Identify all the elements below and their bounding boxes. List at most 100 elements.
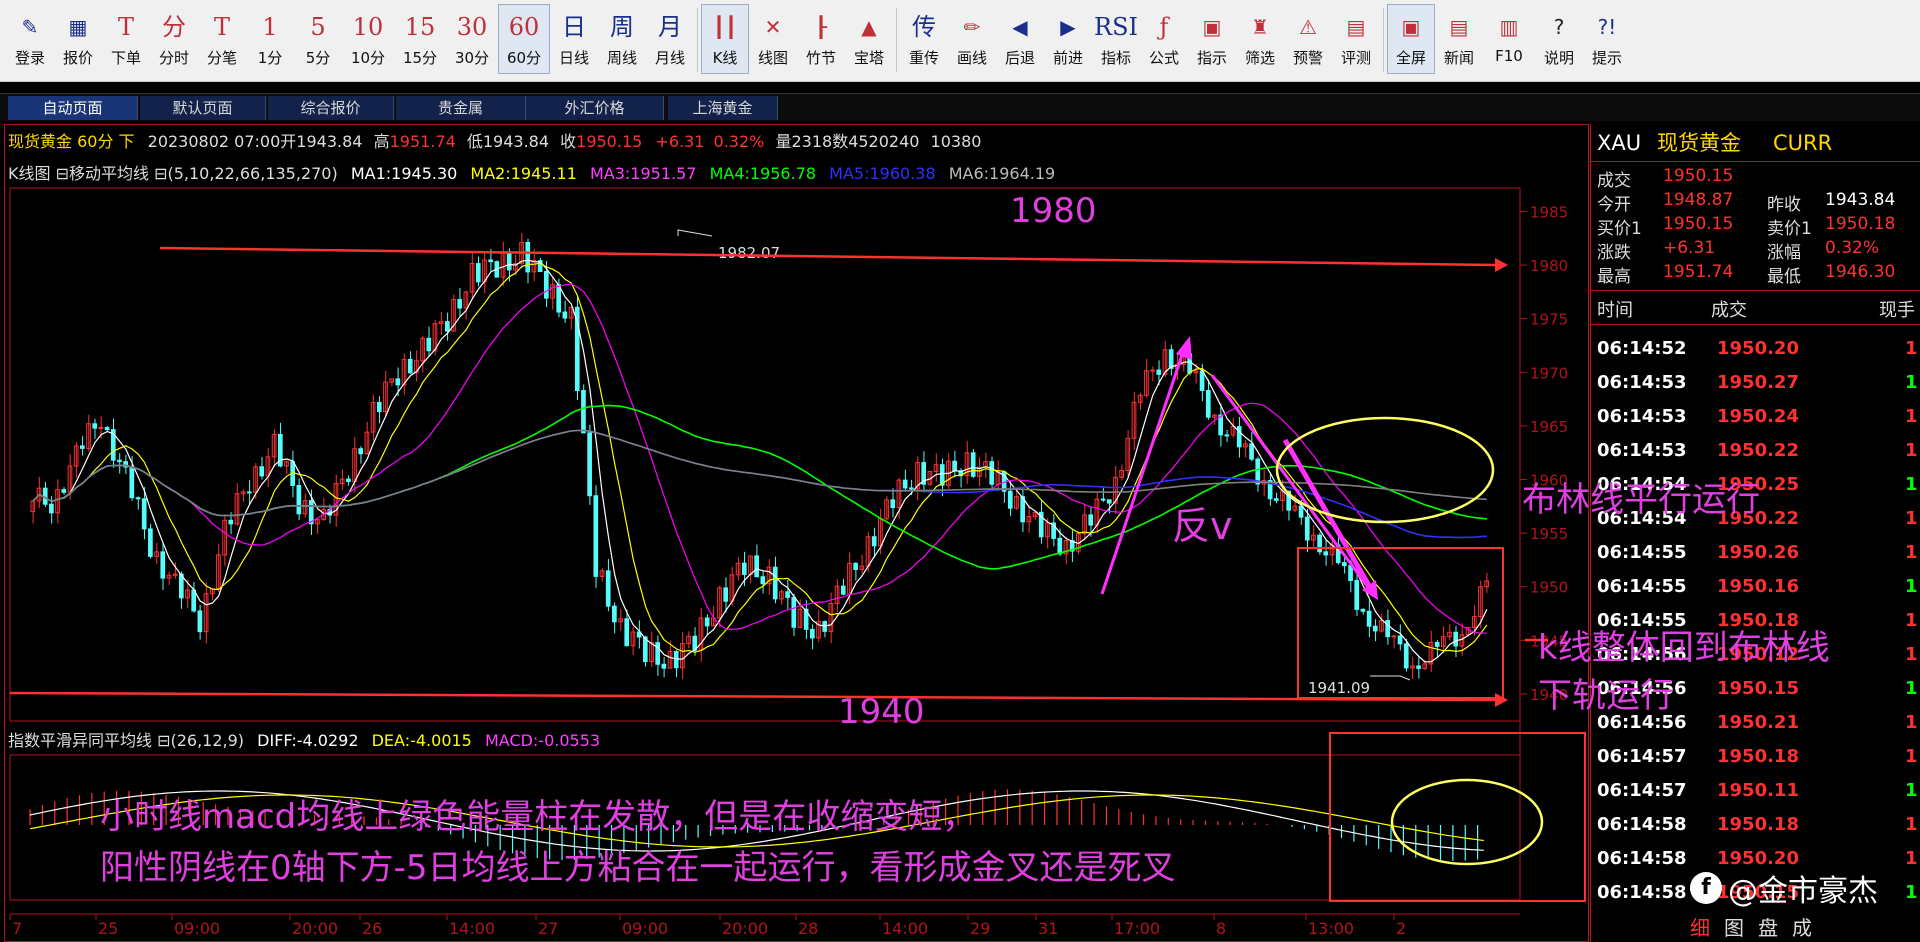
ma2-line (32, 262, 1488, 653)
candle-body (296, 485, 302, 515)
candle-body (1205, 389, 1211, 418)
candle-body (822, 621, 828, 632)
amplitude-value: 0.32% (1825, 238, 1880, 258)
ma-indicator-bar[interactable]: K线图 ⊟移动平均线 ⊟(5,10,22,66,135,270) MA1:194… (8, 162, 1063, 186)
candle-body (562, 311, 568, 319)
panel-bottom-tab[interactable]: 成 (1792, 916, 1812, 940)
tick-volume: 1 (1905, 848, 1918, 869)
annotation-1940: 1940 (838, 692, 925, 732)
tick-row: 06:14:53 1950.22 1 (1597, 434, 1918, 468)
tick-price: 1950.22 (1717, 440, 1799, 461)
candle-body (506, 252, 512, 271)
candle-body (1434, 641, 1440, 647)
panel-divider (1591, 324, 1920, 325)
candle-body (673, 651, 679, 669)
candle-body (760, 576, 766, 585)
tick-price: 1950.26 (1717, 542, 1799, 563)
candle-body (593, 495, 599, 577)
candle-body (197, 610, 203, 633)
symbol-code: XAU (1597, 131, 1642, 155)
tick-time: 06:14:53 (1597, 372, 1687, 393)
candle-body (1317, 534, 1322, 553)
candle-body (1088, 514, 1094, 526)
amplitude-label: 涨幅 (1767, 243, 1801, 263)
ma3-value: MA3:1951.57 (589, 164, 697, 183)
x-axis-label: 27 (538, 919, 558, 938)
reverse-v-up-line (1100, 351, 1185, 595)
panel-bottom-tab[interactable]: 盘 (1758, 916, 1778, 940)
candle-body (395, 378, 401, 386)
tick-volume: 1 (1905, 610, 1918, 631)
pct-value: 0.32% (713, 132, 765, 151)
tick-volume: 1 (1905, 678, 1918, 699)
x-axis-label: 14:00 (882, 919, 928, 938)
tick-price: 1950.20 (1717, 338, 1799, 359)
quote-side-panel: XAU 现货黄金 CURR 成交 1950.15 今开 1948.87 昨收 1… (1590, 124, 1920, 942)
candle-body (1007, 490, 1013, 509)
x-axis-label: 7 (12, 919, 22, 938)
bollinger-highlight-ellipse (1275, 416, 1495, 524)
x-axis-label: 13:00 (1308, 919, 1354, 938)
candle-body (543, 270, 549, 299)
candle-body (525, 241, 531, 273)
prev-close-value: 1943.84 (1825, 190, 1896, 210)
candle-body (605, 570, 611, 607)
tick-col-price: 成交 (1711, 300, 1747, 321)
candle-body (92, 423, 98, 429)
tick-col-vol: 现手 (1879, 300, 1915, 321)
macd-indicator-bar[interactable]: 指数平滑异同平均线 ⊟(26,12,9) DIFF:-4.0292 DEA:-4… (8, 729, 608, 753)
y-tick-label: 1980 (1530, 257, 1568, 275)
candle-body (952, 460, 957, 472)
panel-bottom-tab[interactable]: 细 (1690, 916, 1710, 940)
tick-volume: 1 (1905, 780, 1918, 801)
candle-body (970, 452, 976, 477)
candle-body (624, 618, 630, 647)
tick-row: 06:14:52 1950.20 1 (1597, 332, 1918, 366)
tick-volume: 1 (1905, 338, 1918, 359)
tick-volume: 1 (1905, 542, 1918, 563)
open-label: 开 (280, 132, 297, 151)
panel-bottom-tabs: 细图盘成 (1690, 912, 1826, 941)
low-panel-value: 1946.30 (1825, 262, 1896, 282)
change-panel-value: +6.31 (1663, 238, 1716, 258)
candle-body (1168, 349, 1174, 369)
amount-value: 数4520240 (832, 132, 920, 151)
annotation-macd-note-1: 小时线macd均线上绿色能量柱在发散，但是在收缩变短， (100, 797, 977, 837)
candle-body (655, 642, 661, 665)
candle-body (1199, 370, 1205, 391)
x-axis-label: 29 (970, 919, 990, 938)
annotation-1980: 1980 (1010, 191, 1097, 231)
candle-body (1249, 443, 1254, 460)
last-value: 1950.15 (1663, 166, 1734, 186)
tick-price: 1950.18 (1717, 814, 1799, 835)
tick-price: 1950.18 (1717, 746, 1799, 767)
candle-body (191, 589, 197, 612)
macd-highlight-box (1329, 732, 1586, 902)
ma4-value: MA4:1956.78 (709, 164, 817, 183)
tick-price: 1950.15 (1717, 678, 1799, 699)
candle-body (871, 536, 877, 547)
candle-body (457, 299, 463, 309)
tick-time: 06:14:53 (1597, 406, 1687, 427)
tick-price: 1950.16 (1717, 576, 1799, 597)
candle-body (1385, 620, 1391, 638)
candle-body (809, 628, 815, 639)
bar-date: 20230802 07:00 (147, 132, 281, 151)
quote-info-bar: 现货黄金 60分 下 20230802 07:00开1943.84 高1951.… (8, 129, 981, 155)
panel-divider (1591, 290, 1920, 291)
candle-body (475, 263, 481, 283)
panel-bottom-tab[interactable]: 图 (1724, 916, 1744, 940)
x-axis-label: 25 (98, 919, 118, 938)
tick-time: 06:14:57 (1597, 746, 1687, 767)
open-value: 1943.84 (296, 132, 363, 151)
x-axis-label: 20:00 (722, 919, 768, 938)
low-price-marker (1370, 675, 1411, 681)
tick-price: 1950.21 (1717, 712, 1799, 733)
tick-volume: 1 (1905, 474, 1918, 495)
high-price-label: 1982.07 (718, 244, 780, 262)
candle-body (1057, 537, 1063, 555)
y-tick-label: 1975 (1530, 311, 1568, 329)
candle-body (723, 587, 729, 602)
low-label: 低 (466, 132, 483, 151)
candle-body (1372, 625, 1378, 632)
